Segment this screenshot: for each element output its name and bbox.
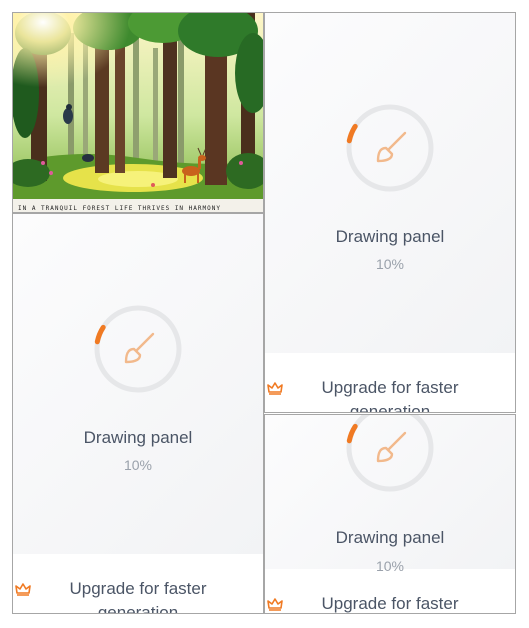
paintbrush-icon [124, 332, 155, 364]
upgrade-link[interactable]: Upgrade for faster generation [13, 577, 263, 614]
drawing-status: Drawing panel [83, 428, 193, 447]
drawing-panel-card-3[interactable]: Drawing panel 10% Upgrade for faster [264, 414, 516, 614]
generated-image-card[interactable]: IN A TRANQUIL FOREST LIFE THRIVES IN HAR… [12, 12, 264, 213]
drawing-status: Drawing panel [335, 227, 445, 246]
progress-ring [93, 304, 183, 394]
progress-ring [345, 103, 435, 193]
forest-image [13, 13, 263, 199]
upgrade-link[interactable]: Upgrade for faster generation [265, 376, 515, 413]
paintbrush-icon [376, 131, 407, 163]
upgrade-text: Upgrade for faster [321, 594, 459, 613]
drawing-panel-card-2[interactable]: Drawing panel 10% Upgrade for faster gen… [12, 213, 264, 614]
progress-percent: 10% [375, 558, 405, 574]
drawing-panel-card-1[interactable]: Drawing panel 10% Upgrade for faster gen… [264, 12, 516, 413]
paintbrush-icon [376, 431, 407, 463]
upgrade-link[interactable]: Upgrade for faster [265, 592, 515, 613]
progress-ring [345, 415, 435, 493]
upgrade-text: Upgrade for faster generation [69, 579, 207, 614]
image-caption: IN A TRANQUIL FOREST LIFE THRIVES IN HAR… [18, 205, 221, 212]
progress-percent: 10% [123, 457, 153, 473]
progress-percent: 10% [375, 256, 405, 272]
drawing-status: Drawing panel [335, 528, 445, 547]
upgrade-text: Upgrade for faster generation [321, 378, 459, 413]
